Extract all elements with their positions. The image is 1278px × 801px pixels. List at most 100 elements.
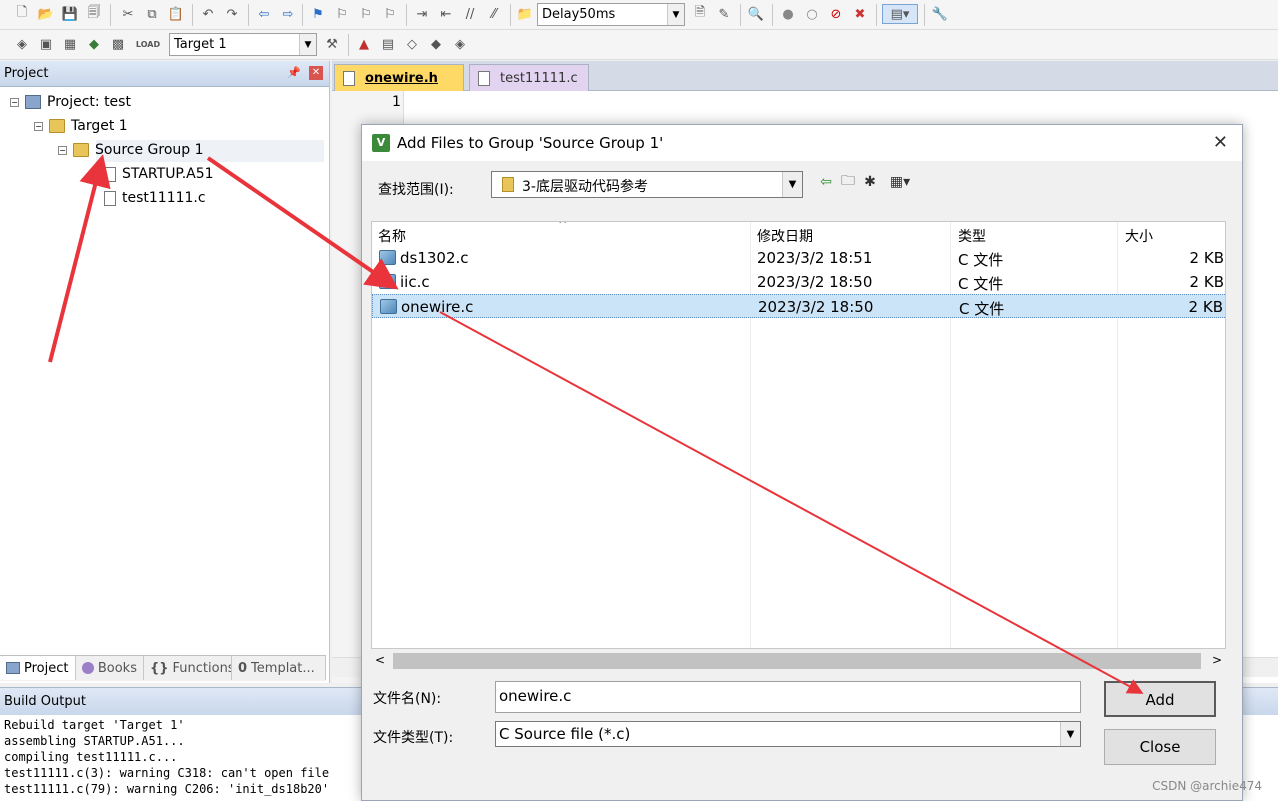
back-icon[interactable]: ⇦ (817, 173, 835, 191)
indent-icon[interactable]: ⇥ (412, 4, 432, 24)
translate-icon[interactable]: ◈ (12, 34, 32, 54)
close-icon[interactable]: ✕ (1213, 132, 1228, 153)
dialog-title-bar: V Add Files to Group 'Source Group 1' ✕ (362, 125, 1242, 161)
unindent-icon[interactable]: ⇤ (436, 4, 456, 24)
file-name: iic.c (400, 273, 430, 291)
target-combo[interactable]: Target 1 ▼ (169, 33, 317, 56)
debug-session-icon[interactable]: 🔍 (746, 4, 766, 24)
file-name-value: onewire.c (499, 687, 572, 705)
save-all-icon[interactable]: 🗐 (84, 4, 104, 24)
file-type-label: 文件类型(T): (373, 730, 454, 746)
pin-icon[interactable]: 📌 (287, 66, 301, 79)
tree-item-file[interactable]: STARTUP.A51 (104, 166, 214, 182)
file-date: 2023/3/2 18:51 (757, 249, 873, 267)
column-header-name[interactable]: 名称 (378, 226, 406, 246)
up-folder-icon[interactable]: 🗀 (839, 173, 857, 191)
tab-books[interactable]: Books (76, 656, 144, 680)
undo-icon[interactable]: ↶ (198, 4, 218, 24)
chevron-down-icon[interactable]: ▼ (782, 172, 802, 197)
collapse-icon[interactable]: − (34, 121, 43, 131)
stop-build-icon[interactable]: ▩ (108, 34, 128, 54)
incremental-find-icon[interactable]: 🗎 (690, 4, 710, 24)
new-file-icon[interactable]: 🗋 (12, 4, 32, 24)
view-menu-icon[interactable]: ▦▾ (885, 173, 915, 191)
redo-icon[interactable]: ↷ (222, 4, 242, 24)
uncomment-icon[interactable]: ⁄⁄ (484, 4, 504, 24)
tab-templates[interactable]: 0 Templat... (232, 656, 326, 680)
breakpoint-enable-icon[interactable]: ○ (802, 4, 822, 24)
file-row-selected[interactable]: onewire.c 2023/3/2 18:50 C 文件 2 KB (372, 294, 1225, 318)
open-file-icon[interactable]: 📂 (36, 4, 56, 24)
look-in-combo[interactable]: 3-底层驱动代码参考 ▼ (491, 171, 803, 198)
cut-icon[interactable]: ✂ (118, 4, 138, 24)
app-icon: V (372, 134, 390, 152)
copy-icon[interactable]: ⧉ (142, 4, 162, 24)
breakpoint-insert-icon[interactable]: ● (778, 4, 798, 24)
breakpoint-disable-icon[interactable]: ⊘ (826, 4, 846, 24)
find-in-files-icon[interactable]: 📁 (515, 4, 535, 24)
tree-item-file[interactable]: test11111.c (104, 190, 206, 206)
bookmark-prev-icon[interactable]: ⚐ (332, 4, 352, 24)
bookmark-clear-icon[interactable]: ⚐ (380, 4, 400, 24)
nav-back-icon[interactable]: ⇦ (254, 4, 274, 24)
toolbar-separator (406, 4, 407, 26)
rebuild-icon[interactable]: ▦ (60, 34, 80, 54)
batch-build-icon[interactable]: ◆ (84, 34, 104, 54)
books-icon (82, 662, 94, 674)
manage-components-icon[interactable]: ▲ (354, 34, 374, 54)
close-icon[interactable]: ✕ (309, 66, 323, 80)
scroll-right-icon[interactable]: > (1212, 653, 1222, 667)
configure-icon[interactable]: 🔧 (930, 4, 950, 24)
project-tab-icon (6, 662, 20, 674)
collapse-icon[interactable]: − (10, 97, 19, 107)
save-icon[interactable]: 💾 (60, 4, 80, 24)
find-icon[interactable]: ✎ (714, 4, 734, 24)
editor-tab-strip: onewire.h test11111.c (332, 61, 1278, 91)
run-time-env-icon[interactable]: ◈ (450, 34, 470, 54)
file-row[interactable]: iic.c 2023/3/2 18:50 C 文件 2 KB (372, 270, 1225, 294)
select-packs-icon[interactable]: ◆ (426, 34, 446, 54)
pack-installer-icon[interactable]: ◇ (402, 34, 422, 54)
collapse-icon[interactable]: − (58, 145, 67, 155)
toolbar-separator (740, 4, 741, 26)
file-list-horizontal-scrollbar[interactable]: < > (371, 651, 1226, 671)
window-layout-icon[interactable]: ▤▾ (882, 4, 918, 24)
file-type-combo[interactable]: C Source file (*.c) ▼ (495, 721, 1081, 747)
folder-icon (502, 177, 514, 192)
file-row[interactable]: ds1302.c 2023/3/2 18:51 C 文件 2 KB (372, 246, 1225, 270)
column-header-type[interactable]: 类型 (958, 226, 986, 246)
column-header-date[interactable]: 修改日期 (757, 226, 813, 246)
file-name-input[interactable]: onewire.c (495, 681, 1081, 713)
target-options-icon[interactable]: ⚒ (322, 34, 342, 54)
chevron-down-icon[interactable]: ▼ (1060, 722, 1080, 746)
column-header-size[interactable]: 大小 (1125, 226, 1153, 246)
chevron-down-icon[interactable]: ▼ (667, 4, 684, 25)
scroll-left-icon[interactable]: < (375, 653, 385, 667)
function-combo[interactable]: Delay50ms ▼ (537, 3, 685, 26)
paste-icon[interactable]: 📋 (166, 4, 186, 24)
scroll-thumb[interactable] (393, 653, 1201, 669)
add-button[interactable]: Add (1104, 681, 1216, 717)
close-button[interactable]: Close (1104, 729, 1216, 765)
tab-onewire-h[interactable]: onewire.h (334, 64, 464, 91)
tab-functions[interactable]: {} Functions (144, 656, 232, 680)
bookmark-next-icon[interactable]: ⚐ (356, 4, 376, 24)
main-toolbar: 🗋 📂 💾 🗐 ✂ ⧉ 📋 ↶ ↷ ⇦ ⇨ ⚑ ⚐ ⚐ ⚐ ⇥ ⇤ // ⁄⁄ … (0, 0, 1278, 30)
breakpoint-kill-icon[interactable]: ✖ (850, 4, 870, 24)
file-extensions-icon[interactable]: ▤ (378, 34, 398, 54)
chevron-down-icon[interactable]: ▼ (299, 34, 316, 55)
build-icon[interactable]: ▣ (36, 34, 56, 54)
comment-icon[interactable]: // (460, 4, 480, 24)
tree-item-source-group[interactable]: − Source Group 1 (58, 142, 204, 158)
tab-project[interactable]: Project (0, 656, 76, 680)
tree-item-project[interactable]: − Project: test (10, 94, 131, 110)
tab-test11111-c[interactable]: test11111.c (469, 64, 589, 91)
add-files-dialog: V Add Files to Group 'Source Group 1' ✕ … (361, 124, 1243, 801)
toolbar-separator (248, 4, 249, 26)
nav-forward-icon[interactable]: ⇨ (278, 4, 298, 24)
bookmark-icon[interactable]: ⚑ (308, 4, 328, 24)
download-icon[interactable]: LOAD (136, 34, 160, 54)
file-list[interactable]: 名称 ^ 修改日期 类型 大小 ds1302.c 2023/3/2 18:51 … (371, 221, 1226, 649)
tree-item-target[interactable]: − Target 1 (34, 118, 128, 134)
new-folder-icon[interactable]: ✱ (861, 173, 879, 191)
